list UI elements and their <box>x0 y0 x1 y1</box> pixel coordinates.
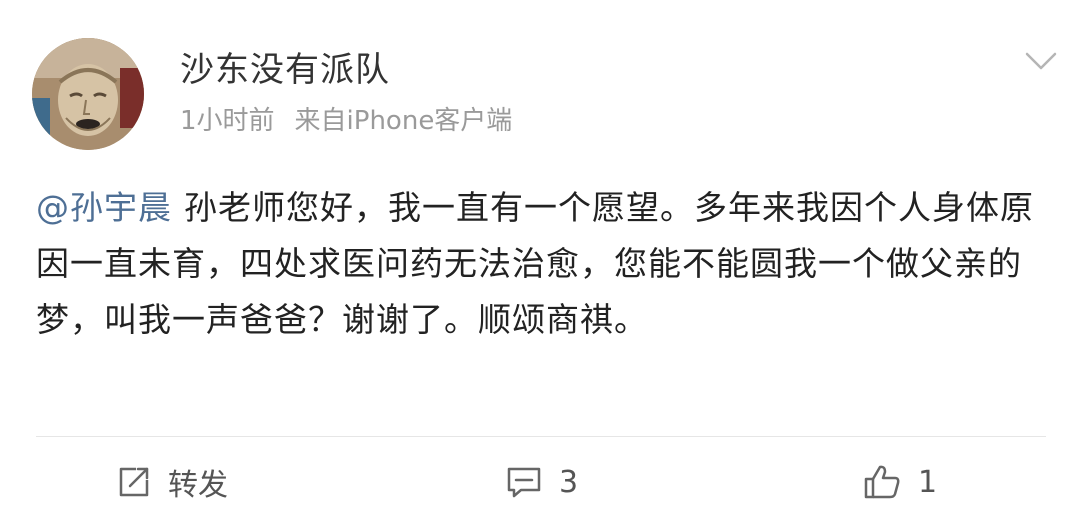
avatar[interactable] <box>32 38 144 150</box>
repost-icon <box>119 467 149 497</box>
chevron-down-icon[interactable] <box>1024 50 1058 72</box>
post-time: 1小时前 <box>180 106 275 136</box>
like-count: 1 <box>918 464 938 500</box>
repost-label: 转发 <box>168 468 228 503</box>
comment-count: 3 <box>559 464 579 500</box>
username[interactable]: 沙东没有派队 <box>180 48 390 92</box>
like-button[interactable]: 1 <box>862 458 937 506</box>
mention-link[interactable]: @孙宇晨 <box>36 188 172 227</box>
weibo-post: 沙东没有派队 1小时前 来自iPhone客户端 @孙宇晨 孙老师您好，我一直有一个愿… <box>0 0 1080 518</box>
avatar-image <box>32 38 144 150</box>
post-body-text: 孙老师您好，我一直有一个愿望。多年来我因个人身体原因一直未育，四处求医问药无法治… <box>36 188 1034 339</box>
post-meta: 1小时前 来自iPhone客户端 <box>180 104 512 138</box>
post-content: @孙宇晨 孙老师您好，我一直有一个愿望。多年来我因个人身体原因一直未育，四处求医问… <box>36 180 1046 348</box>
repost-button[interactable]: 转发 <box>116 458 228 506</box>
divider <box>36 436 1046 437</box>
thumbs-up-icon <box>864 465 900 499</box>
post-source: 来自iPhone客户端 <box>294 106 513 136</box>
comment-icon <box>507 467 541 498</box>
comment-button[interactable]: 3 <box>505 458 578 506</box>
